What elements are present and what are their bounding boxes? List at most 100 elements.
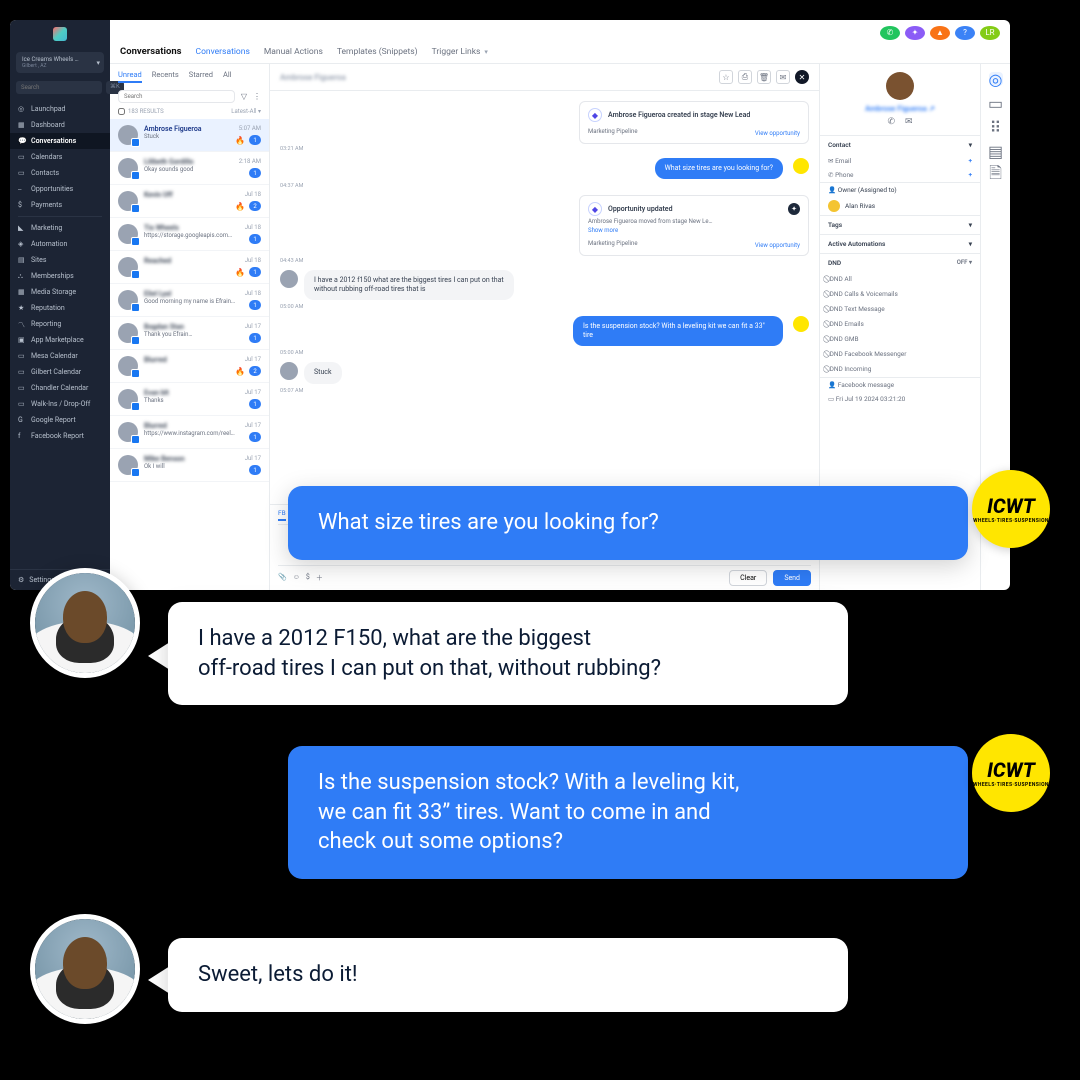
nav-memberships[interactable]: ⛬Memberships xyxy=(10,268,110,284)
avatar xyxy=(118,257,138,277)
filter-recents[interactable]: Recents xyxy=(152,70,179,83)
attach-icon[interactable]: 📎 xyxy=(278,573,287,583)
nav-reputation[interactable]: ★Reputation xyxy=(10,300,110,316)
source-logo-icon xyxy=(793,316,809,332)
contact-name[interactable]: Ambrose Figueroa ↗ xyxy=(865,104,935,113)
nav-launchpad[interactable]: ◎Launchpad xyxy=(10,101,110,117)
nav-mesa-cal[interactable]: ▭Mesa Calendar xyxy=(10,348,110,364)
view-opportunity-link[interactable]: View opportunity xyxy=(755,242,800,249)
select-all-checkbox[interactable] xyxy=(118,108,125,115)
conversation-item[interactable]: Blurredhttps://www.instagram.com/reel… J… xyxy=(110,416,269,449)
chevron-down-icon[interactable]: ▾ xyxy=(969,221,972,229)
conv-preview: Thanks xyxy=(144,397,261,404)
close-thread-button[interactable]: ✕ xyxy=(795,70,809,84)
view-opportunity-link[interactable]: View opportunity xyxy=(755,130,800,137)
tab-manual-actions[interactable]: Manual Actions xyxy=(264,47,323,57)
chevron-down-icon[interactable]: ▾ xyxy=(969,240,972,248)
nav-contacts[interactable]: ▭Contacts xyxy=(10,165,110,181)
sparkle-icon[interactable]: ✦ xyxy=(905,26,925,40)
timestamp: 05:07 AM xyxy=(280,388,809,394)
contact-avatar xyxy=(886,72,914,100)
dnd-row[interactable]: ⃠ DND Calls & Voicemails xyxy=(820,287,980,302)
dnd-row[interactable]: ⃠ DND Emails xyxy=(820,317,980,332)
rail-doc-icon[interactable]: 🗎 xyxy=(989,168,1003,182)
dnd-row[interactable]: ⃠ DND GMB xyxy=(820,332,980,347)
help-icon[interactable]: ? xyxy=(955,26,975,40)
conversation-item[interactable]: Mike BensonOk I will Jul 17 1 xyxy=(110,449,269,482)
chevron-down-icon[interactable]: ▾ xyxy=(969,141,972,149)
conversation-item[interactable]: Reached Jul 18 1🔥 xyxy=(110,251,269,284)
user-avatar[interactable]: LR xyxy=(980,26,1000,40)
add-phone-button[interactable]: + xyxy=(968,171,972,179)
emoji-icon[interactable]: ☺ xyxy=(293,573,300,583)
nav-marketplace[interactable]: ▣App Marketplace xyxy=(10,332,110,348)
nav-conversations[interactable]: 💬Conversations xyxy=(10,133,110,149)
call-icon[interactable]: ✆ xyxy=(887,117,895,127)
rail-calendar-icon[interactable]: ▭ xyxy=(989,96,1003,110)
avatar xyxy=(280,270,298,288)
conversation-item[interactable]: Blurred Jul 17 2🔥 xyxy=(110,350,269,383)
rail-contact-icon[interactable]: ◎ xyxy=(989,72,1003,86)
tab-templates[interactable]: Templates (Snippets) xyxy=(337,47,418,57)
tab-trigger-links[interactable]: Trigger Links xyxy=(432,47,481,57)
conversation-item[interactable]: Eliel LyalGood morning my name is Efrain… xyxy=(110,284,269,317)
conversation-item[interactable]: Bogdan StanThank you Efrain… Jul 17 1 xyxy=(110,317,269,350)
conversation-item[interactable]: Kevin Uff Jul 18 2🔥 xyxy=(110,185,269,218)
delete-button[interactable]: 🗑 xyxy=(757,70,771,84)
conv-preview: Good morning my name is Efrain… xyxy=(144,298,261,305)
unread-badge: 1 xyxy=(249,333,261,343)
filter-icon[interactable]: ▽ xyxy=(241,92,247,101)
nav-payments[interactable]: $Payments xyxy=(10,197,110,213)
add-email-button[interactable]: + xyxy=(968,157,972,165)
conversation-item[interactable]: Evan bltThanks Jul 17 1 xyxy=(110,383,269,416)
bell-icon[interactable]: ▲ xyxy=(930,26,950,40)
nav-walkins[interactable]: ▭Walk-Ins / Drop-Off xyxy=(10,396,110,412)
unread-badge: 2 xyxy=(249,201,261,211)
conversation-item[interactable]: Lilibeth GordilloOkay sounds good 2:18 A… xyxy=(110,152,269,185)
nav-automation[interactable]: ◈Automation xyxy=(10,236,110,252)
nav-media[interactable]: ▦Media Storage xyxy=(10,284,110,300)
filter-starred[interactable]: Starred xyxy=(189,70,213,83)
dnd-row[interactable]: ⃠ DND Incoming xyxy=(820,362,980,377)
sidebar-search-input[interactable] xyxy=(16,81,102,94)
nav-sites[interactable]: ▤Sites xyxy=(10,252,110,268)
email-icon[interactable]: ✉ xyxy=(905,117,913,127)
filter-unread[interactable]: Unread xyxy=(118,70,142,83)
nav-chandler-cal[interactable]: ▭Chandler Calendar xyxy=(10,380,110,396)
timestamp: 05:00 AM xyxy=(280,350,809,356)
star-button[interactable]: ☆ xyxy=(719,70,733,84)
payments-icon: $ xyxy=(18,201,26,209)
conversation-item[interactable]: Ambrose FigueroaStuck 5:07 AM 1🔥 xyxy=(110,119,269,152)
filter-all[interactable]: All xyxy=(223,70,232,83)
show-more-link[interactable]: Show more xyxy=(588,227,800,234)
convlist-search-input[interactable] xyxy=(118,90,235,103)
composer-tab-fb[interactable]: FB xyxy=(278,509,286,521)
add-icon[interactable]: ＋ xyxy=(316,573,323,583)
nav-fb-report[interactable]: fFacebook Report xyxy=(10,428,110,444)
conversation-item[interactable]: Tio Wheelshttps://storage.googleapis.com… xyxy=(110,218,269,251)
send-button[interactable]: Send xyxy=(773,570,811,586)
dnd-row[interactable]: ⃠ DND All xyxy=(820,272,980,287)
media-icon: ▦ xyxy=(18,288,26,296)
sort-dropdown[interactable]: Latest-All ▾ xyxy=(231,108,261,115)
nav-google-report[interactable]: GGoogle Report xyxy=(10,412,110,428)
phone-icon[interactable]: ✆ xyxy=(880,26,900,40)
dnd-row[interactable]: ⃠ DND Text Message xyxy=(820,302,980,317)
nav-dashboard[interactable]: ▦Dashboard xyxy=(10,117,110,133)
archive-button[interactable]: ⎙ xyxy=(738,70,752,84)
nav-calendars[interactable]: ▭Calendars xyxy=(10,149,110,165)
nav-reporting[interactable]: 〽Reporting xyxy=(10,316,110,332)
payment-icon[interactable]: $ xyxy=(306,573,310,583)
tab-conversations[interactable]: Conversations xyxy=(196,47,250,57)
location-picker[interactable]: Ice Creams Wheels … Gilbert , AZ ▾ xyxy=(16,52,104,73)
nav-gilbert-cal[interactable]: ▭Gilbert Calendar xyxy=(10,364,110,380)
nav-marketing[interactable]: ◣Marketing xyxy=(10,220,110,236)
unread-badge: 1 xyxy=(249,432,261,442)
rail-note-icon[interactable]: ▤ xyxy=(989,144,1003,158)
rail-grid-icon[interactable]: ⠿ xyxy=(989,120,1003,134)
clear-button[interactable]: Clear xyxy=(729,570,767,586)
mark-read-button[interactable]: ✉ xyxy=(776,70,790,84)
more-icon[interactable]: ⋮ xyxy=(253,92,261,101)
dnd-row[interactable]: ⃠ DND Facebook Messenger xyxy=(820,347,980,362)
nav-opportunities[interactable]: ⎯Opportunities xyxy=(10,181,110,197)
